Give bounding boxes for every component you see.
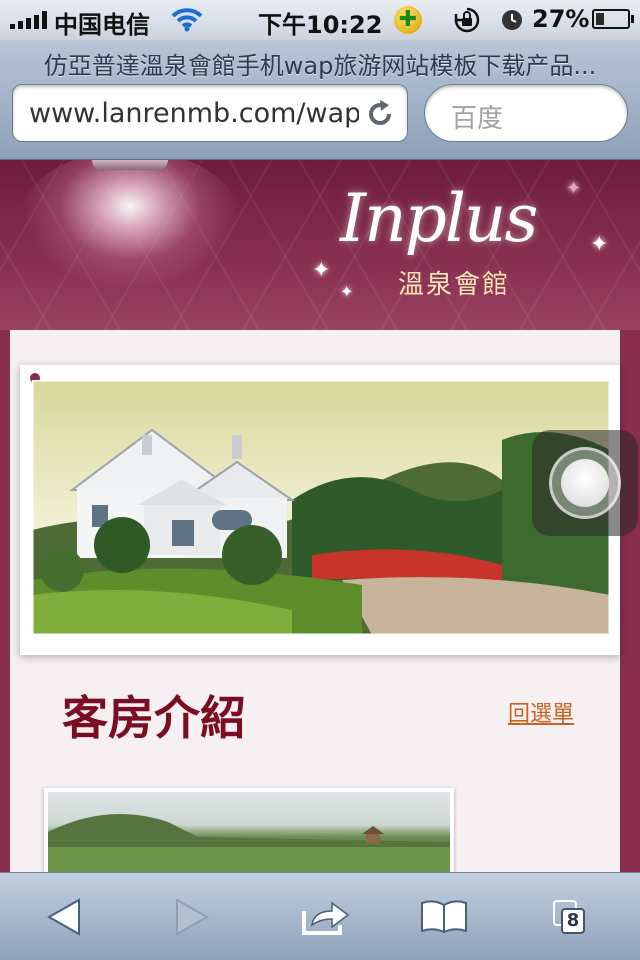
reload-icon[interactable] [365,99,395,133]
section-heading: 客房介紹 [62,691,246,745]
sparkle-icon: ✦ [566,178,582,199]
logo-subtitle: 溫泉會館 [398,270,511,300]
bookmarks-button[interactable] [394,873,494,960]
sparkle-icon: ✦ [590,232,609,257]
assistive-touch-icon [549,447,621,519]
bookmarks-icon [421,900,467,934]
browser-chrome: 仿亞普達溫泉會館手机wap旅游网站模板下载产品... www.lanrenmb.… [0,40,640,160]
back-button[interactable] [14,873,114,960]
battery-percentage: 27% [532,5,590,33]
address-bar[interactable]: www.lanrenmb.com/wap [12,84,408,142]
qq-icon: ✚ [394,6,422,34]
back-to-menu-link[interactable]: 回選單 [508,696,574,728]
tabs-button[interactable]: 8 [522,873,622,960]
forward-arrow-icon [176,898,209,936]
carrier-name: 中国电信 [54,11,150,39]
sparkle-icon: ✦ [312,258,331,283]
search-input[interactable]: 百度 [424,84,628,142]
search-placeholder: 百度 [451,104,504,134]
tab-count: 8 [561,908,585,934]
back-arrow-icon [47,898,80,936]
signal-icon [10,11,47,29]
web-page: Inplus 溫泉會館 ✦ ✦ ✦ ✦ 客房介紹 回選單 [0,160,640,872]
alarm-icon [500,6,524,40]
lamp-fixture [92,160,168,170]
browser-toolbar: 8 [0,872,640,960]
share-button[interactable] [276,873,376,960]
status-bar: 中国电信 下午10:22 ✚ 27% [0,0,640,40]
site-logo[interactable]: Inplus 溫泉會館 [340,180,538,300]
wifi-icon [170,6,204,38]
assistive-touch-button[interactable] [532,430,638,536]
status-time: 下午10:22 [258,11,383,39]
forward-button[interactable] [142,873,242,960]
logo-script: Inplus [340,180,538,257]
url-text[interactable]: www.lanrenmb.com/wap [29,98,359,129]
lamp-light [20,160,240,290]
sparkle-icon: ✦ [340,282,354,301]
battery-icon [592,9,634,29]
tabs-icon: 8 [547,894,597,940]
share-icon [302,901,350,935]
page-title: 仿亞普達溫泉會館手机wap旅游网站模板下载产品... [43,52,597,80]
rotation-lock-icon [452,6,482,40]
room-thumbnail[interactable] [44,788,454,872]
hero-image [32,380,610,635]
